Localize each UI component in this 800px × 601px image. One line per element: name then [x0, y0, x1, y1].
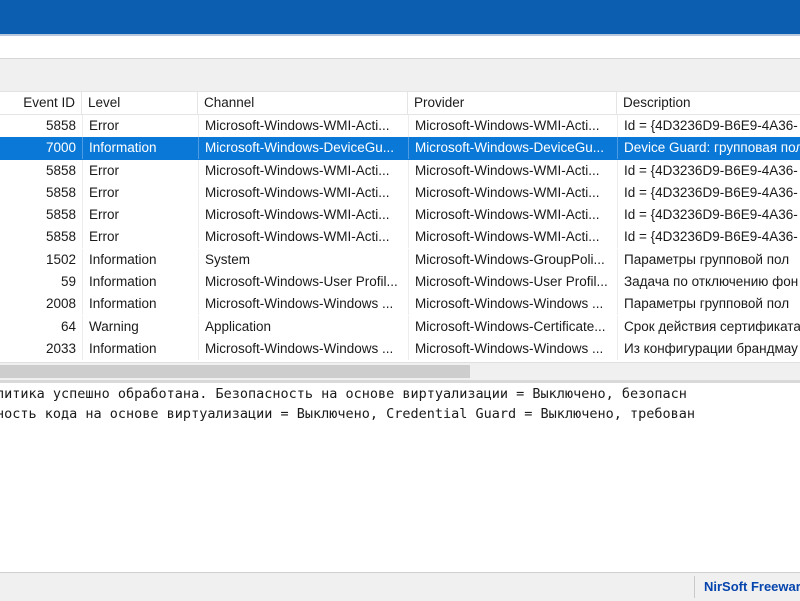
cell-provider: Microsoft-Windows-WMI-Acti...	[408, 115, 617, 137]
cell-event-id: 5858	[45, 229, 76, 245]
column-header-channel[interactable]: Channel	[198, 92, 408, 114]
table-row[interactable]: 5858 Error Microsoft-Windows-WMI-Acti... Mi…	[0, 181, 800, 204]
cell-provider: Microsoft-Windows-WMI-Acti...	[408, 226, 617, 249]
table-row[interactable]: 64 Warning Application Microsoft-Windows-Ce…	[0, 315, 800, 338]
table-row[interactable]: 5858 Error Microsoft-Windows-WMI-Acti... Mi…	[0, 204, 800, 227]
table-row[interactable]: 7000 Information Microsoft-Windows-DeviceG…	[0, 137, 800, 160]
cell-level: Error	[82, 226, 198, 249]
table-header: Event ID Level Channel Provider Descript…	[0, 92, 800, 115]
table-row[interactable]: 1502 Information System Microsoft-Windows-G…	[0, 248, 800, 271]
status-separator	[694, 576, 695, 598]
cell-description: Id = {4D3236D9-B6E9-4A36-	[617, 204, 800, 227]
cell-description: Id = {4D3236D9-B6E9-4A36-	[617, 226, 800, 249]
cell-provider: Microsoft-Windows-Windows ...	[408, 293, 617, 316]
cell-channel: Microsoft-Windows-Windows ...	[198, 293, 408, 316]
detail-line: ность кода на основе виртуализации = Вык…	[0, 406, 695, 422]
cell-channel: System	[198, 248, 408, 271]
cell-provider: Microsoft-Windows-Certificate...	[408, 315, 617, 338]
cell-description: Параметры групповой пол	[617, 248, 800, 271]
cell-description: Id = {4D3236D9-B6E9-4A36-	[617, 181, 800, 204]
cell-level: Information	[82, 248, 198, 271]
toolbar	[0, 58, 800, 92]
cell-provider: Microsoft-Windows-User Profil...	[408, 271, 617, 294]
cell-channel: Microsoft-Windows-WMI-Acti...	[198, 115, 408, 137]
horizontal-scrollbar[interactable]	[0, 362, 800, 380]
window-titlebar[interactable]	[0, 0, 800, 34]
table-row[interactable]: 59 Information Microsoft-Windows-User Prof…	[0, 271, 800, 294]
cell-provider: Microsoft-Windows-Windows ...	[408, 337, 617, 360]
cell-channel: Microsoft-Windows-WMI-Acti...	[198, 181, 408, 204]
cell-level: Error	[82, 181, 198, 204]
cell-channel: Microsoft-Windows-User Profil...	[198, 271, 408, 294]
events-table[interactable]: Event ID Level Channel Provider Descript…	[0, 92, 800, 360]
cell-level: Warning	[82, 315, 198, 338]
status-bar: NirSoft Freeware	[0, 572, 800, 601]
cell-provider: Microsoft-Windows-WMI-Acti...	[408, 204, 617, 227]
event-detail-pane[interactable]: литика успешно обработана. Безопасность …	[0, 384, 800, 570]
scrollbar-thumb[interactable]	[0, 365, 470, 378]
cell-description: Device Guard: групповая пол	[617, 137, 800, 160]
pane-splitter[interactable]	[0, 380, 800, 383]
column-header-level[interactable]: Level	[82, 92, 198, 114]
cell-provider: Microsoft-Windows-WMI-Acti...	[408, 181, 617, 204]
cell-description: Id = {4D3236D9-B6E9-4A36-	[617, 115, 800, 137]
nirsoft-link[interactable]: NirSoft Freeware	[704, 573, 800, 601]
cell-level: Information	[82, 337, 198, 360]
cell-description: Из конфигурации брандмау	[617, 337, 800, 360]
column-header-event-id[interactable]: Event ID	[0, 92, 82, 114]
cell-provider: Microsoft-Windows-GroupPoli...	[408, 248, 617, 271]
cell-event-id: 59	[60, 274, 76, 290]
cell-event-id: 2033	[45, 340, 76, 356]
cell-event-id: 2008	[45, 296, 76, 312]
table-row[interactable]: 5858 Error Microsoft-Windows-WMI-Acti... Mi…	[0, 159, 800, 182]
table-row[interactable]: 5858 Error Microsoft-Windows-WMI-Acti... Mi…	[0, 115, 800, 137]
cell-channel: Microsoft-Windows-WMI-Acti...	[198, 226, 408, 249]
cell-event-id: 5858	[45, 162, 76, 178]
cell-description: Параметры групповой пол	[617, 293, 800, 316]
cell-channel: Microsoft-Windows-WMI-Acti...	[198, 204, 408, 227]
cell-provider: Microsoft-Windows-WMI-Acti...	[408, 159, 617, 182]
column-header-provider[interactable]: Provider	[408, 92, 617, 114]
cell-event-id: 64	[60, 318, 76, 334]
cell-level: Error	[82, 204, 198, 227]
cell-level: Information	[82, 137, 198, 160]
cell-level: Error	[82, 159, 198, 182]
table-body: 5858 Error Microsoft-Windows-WMI-Acti... Mi…	[0, 115, 800, 360]
cell-channel: Application	[198, 315, 408, 338]
table-row[interactable]: 2008 Information Microsoft-Windows-Windows…	[0, 293, 800, 316]
cell-event-id: 5858	[45, 118, 76, 133]
cell-level: Information	[82, 293, 198, 316]
cell-description: Задача по отключению фон	[617, 271, 800, 294]
cell-level: Information	[82, 271, 198, 294]
table-row[interactable]: 5858 Error Microsoft-Windows-WMI-Acti... Mi…	[0, 226, 800, 249]
column-header-description[interactable]: Description	[617, 92, 800, 114]
cell-channel: Microsoft-Windows-Windows ...	[198, 337, 408, 360]
cell-description: Срок действия сертификата	[617, 315, 800, 338]
detail-line: литика успешно обработана. Безопасность …	[0, 386, 687, 402]
cell-provider: Microsoft-Windows-DeviceGu...	[408, 137, 617, 160]
cell-channel: Microsoft-Windows-DeviceGu...	[198, 137, 408, 160]
titlebar-divider	[0, 34, 800, 36]
cell-event-id: 7000	[45, 140, 76, 156]
cell-event-id: 5858	[45, 184, 76, 200]
cell-description: Id = {4D3236D9-B6E9-4A36-	[617, 159, 800, 182]
cell-event-id: 1502	[45, 251, 76, 267]
cell-event-id: 5858	[45, 207, 76, 223]
table-row[interactable]: 2033 Information Microsoft-Windows-Windows…	[0, 337, 800, 360]
cell-channel: Microsoft-Windows-WMI-Acti...	[198, 159, 408, 182]
cell-level: Error	[82, 115, 198, 137]
